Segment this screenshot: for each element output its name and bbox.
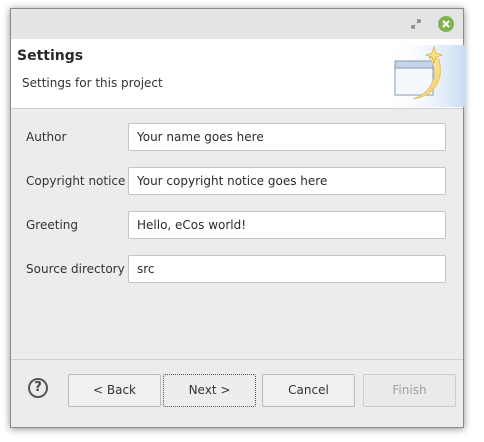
next-button[interactable]: Next >	[163, 374, 256, 407]
wizard-dialog: Settings Settings for this project Autho…	[10, 8, 465, 428]
close-icon	[442, 20, 450, 28]
title-bar	[11, 9, 463, 39]
settings-form: Author Copyright notice Greeting Source …	[11, 109, 463, 360]
page-title: Settings	[17, 48, 84, 64]
help-button[interactable]: ?	[28, 378, 48, 398]
wizard-header: Settings Settings for this project	[11, 39, 465, 109]
author-label: Author	[26, 130, 67, 144]
source-directory-field[interactable]	[128, 255, 446, 283]
button-bar: ? < Back Next > Cancel Finish	[11, 360, 463, 427]
cancel-button[interactable]: Cancel	[262, 374, 355, 407]
finish-button[interactable]: Finish	[363, 374, 456, 407]
copyright-notice-label: Copyright notice	[26, 174, 126, 188]
back-button[interactable]: < Back	[68, 374, 161, 407]
page-subtitle: Settings for this project	[22, 76, 163, 90]
greeting-label: Greeting	[26, 218, 78, 232]
copyright-row: Copyright notice	[11, 167, 463, 197]
close-button[interactable]	[438, 16, 454, 32]
restore-icon[interactable]	[409, 17, 423, 31]
copyright-notice-field[interactable]	[128, 167, 446, 195]
source-directory-label: Source directory	[26, 262, 125, 276]
help-icon: ?	[34, 380, 42, 395]
greeting-field[interactable]	[128, 211, 446, 239]
greeting-row: Greeting	[11, 211, 463, 241]
wizard-banner-icon	[387, 45, 465, 107]
author-row: Author	[11, 123, 463, 153]
source-directory-row: Source directory	[11, 255, 463, 285]
author-field[interactable]	[128, 123, 446, 151]
